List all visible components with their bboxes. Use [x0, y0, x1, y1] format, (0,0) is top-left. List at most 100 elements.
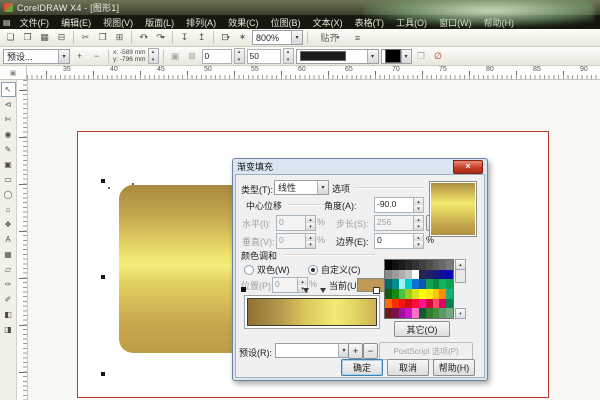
- add-preset-button[interactable]: +: [72, 49, 87, 64]
- others-button[interactable]: 其它(O): [394, 321, 450, 337]
- angle-spinner[interactable]: [282, 48, 294, 64]
- new-icon[interactable]: ❏: [3, 30, 18, 45]
- palette-color[interactable]: [419, 269, 426, 280]
- add-preset-button[interactable]: [348, 343, 363, 359]
- text-tool-icon[interactable]: A: [1, 232, 16, 247]
- palette-color[interactable]: [446, 308, 453, 318]
- palette-color[interactable]: [446, 260, 453, 270]
- palette-color[interactable]: [398, 269, 406, 280]
- crop-tool-icon[interactable]: ✄: [1, 112, 16, 127]
- remove-preset-button[interactable]: [363, 343, 378, 359]
- blend-tool-icon[interactable]: ▱: [1, 262, 16, 277]
- current-color-swatch[interactable]: [357, 278, 387, 292]
- pick-tool-icon[interactable]: ↖: [0, 82, 16, 97]
- gradient-stop-editor[interactable]: [244, 295, 380, 329]
- menu-item[interactable]: 文件(F): [14, 15, 56, 30]
- palette-color[interactable]: [439, 260, 447, 270]
- palette-color[interactable]: [425, 308, 433, 318]
- zoom-level-select[interactable]: 800%: [252, 30, 303, 45]
- close-icon[interactable]: [453, 159, 483, 174]
- palette-color[interactable]: [385, 279, 392, 289]
- import-icon[interactable]: ↧: [177, 30, 192, 45]
- palette-color[interactable]: [391, 288, 399, 299]
- presets-select[interactable]: [275, 343, 350, 358]
- palette-color[interactable]: [405, 269, 413, 280]
- save-icon[interactable]: ▦: [37, 30, 52, 45]
- type-select[interactable]: 线性: [274, 180, 329, 195]
- palette-color[interactable]: [439, 298, 447, 309]
- palette-scroll-down-icon[interactable]: [455, 308, 466, 319]
- palette-color[interactable]: [412, 260, 419, 270]
- copy-fill-icon[interactable]: ❐: [414, 49, 429, 64]
- palette-color[interactable]: [385, 260, 392, 270]
- palette-color[interactable]: [412, 298, 419, 309]
- palette-color[interactable]: [446, 279, 453, 289]
- polygon-tool-icon[interactable]: ⌂: [1, 202, 16, 217]
- spinner[interactable]: [413, 198, 423, 212]
- menu-item[interactable]: 帮助(H): [478, 15, 521, 30]
- selection-handle[interactable]: [101, 372, 105, 376]
- outline-color-select[interactable]: [380, 48, 412, 64]
- basic-shapes-tool-icon[interactable]: ❖: [1, 217, 16, 232]
- help-button[interactable]: 帮助(H): [433, 359, 475, 376]
- palette-color[interactable]: [391, 308, 399, 318]
- remove-preset-button[interactable]: −: [89, 49, 104, 64]
- palette-color[interactable]: [432, 279, 440, 289]
- menu-item[interactable]: 排列(A): [180, 15, 222, 30]
- y-position-value[interactable]: -796 mm: [120, 56, 146, 63]
- palette-color[interactable]: [405, 298, 413, 309]
- palette-color[interactable]: [419, 279, 426, 289]
- export-icon[interactable]: ↥: [194, 30, 209, 45]
- gradient-mid-stop-marker[interactable]: [303, 288, 310, 293]
- palette-color[interactable]: [425, 269, 433, 280]
- custom-radio[interactable]: 自定义(C): [308, 263, 361, 276]
- palette-color[interactable]: [425, 260, 433, 270]
- preset-select[interactable]: 预设...: [3, 48, 70, 64]
- horizontal-ruler[interactable]: 35 40 45 50 55 60 65 70 75 80 85 90: [27, 66, 600, 79]
- palette-color[interactable]: [398, 279, 406, 289]
- options-icon[interactable]: ≡: [350, 30, 365, 45]
- rectangle-tool-icon[interactable]: ▭: [1, 172, 16, 187]
- fill-midpoint-field[interactable]: 0: [201, 48, 232, 64]
- palette-color[interactable]: [425, 288, 433, 299]
- freehand-tool-icon[interactable]: ✎: [1, 142, 16, 157]
- shape-tool-icon[interactable]: ⊲: [1, 97, 16, 112]
- no-fill-icon[interactable]: ∅: [431, 49, 446, 64]
- delete-fill-icon[interactable]: ⊠: [185, 49, 200, 64]
- smart-fill-tool-icon[interactable]: ▣: [1, 157, 16, 172]
- palette-color[interactable]: [432, 269, 440, 280]
- redo-icon[interactable]: ↷ ▾: [153, 30, 168, 45]
- palette-color[interactable]: [432, 288, 440, 299]
- palette-color[interactable]: [385, 269, 392, 280]
- app-launcher-icon[interactable]: ⊡ ▾: [218, 30, 233, 45]
- spinner[interactable]: [413, 234, 423, 248]
- gradient-mid-stop-marker[interactable]: [319, 288, 326, 293]
- palette-scroll-thumb[interactable]: [455, 269, 466, 283]
- palette-color[interactable]: [405, 288, 413, 299]
- table-tool-icon[interactable]: ▦: [1, 247, 16, 262]
- menu-item[interactable]: 表格(T): [349, 15, 391, 30]
- palette-color[interactable]: [419, 308, 426, 318]
- copy-icon[interactable]: ❒: [95, 30, 110, 45]
- palette-color[interactable]: [419, 260, 426, 270]
- ruler-origin-icon[interactable]: ▣: [0, 66, 27, 79]
- paste-icon[interactable]: ⊞: [112, 30, 127, 45]
- fill-tool-icon[interactable]: ◧: [1, 307, 16, 322]
- two-color-radio[interactable]: 双色(W): [244, 263, 290, 276]
- palette-color[interactable]: [412, 308, 419, 318]
- palette-color[interactable]: [425, 279, 433, 289]
- menu-item[interactable]: 位图(B): [265, 15, 307, 30]
- open-icon[interactable]: ❐: [20, 30, 35, 45]
- palette-color[interactable]: [439, 288, 447, 299]
- palette-color[interactable]: [446, 288, 453, 299]
- palette-color[interactable]: [425, 298, 433, 309]
- menu-item[interactable]: 编辑(E): [55, 15, 97, 30]
- selection-handle[interactable]: [101, 179, 105, 183]
- print-icon[interactable]: ⊟: [54, 30, 69, 45]
- palette-color[interactable]: [398, 260, 406, 270]
- selection-handle[interactable]: [101, 275, 105, 279]
- palette-color[interactable]: [419, 298, 426, 309]
- palette-color[interactable]: [412, 288, 419, 299]
- palette-color[interactable]: [391, 260, 399, 270]
- palette-color[interactable]: [385, 298, 392, 309]
